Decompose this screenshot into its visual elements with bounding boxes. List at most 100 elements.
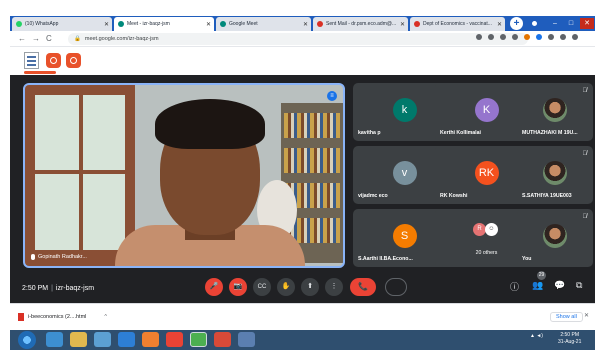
- folder-icon[interactable]: [70, 332, 87, 347]
- app-icon[interactable]: [238, 332, 255, 347]
- lock-icon: 🔒: [74, 36, 81, 42]
- show-all-button[interactable]: Show all: [550, 312, 583, 322]
- firefox-icon[interactable]: [142, 332, 159, 347]
- close-icon[interactable]: ✕: [584, 312, 589, 319]
- system-tray[interactable]: ▲ ◄): [530, 333, 543, 339]
- window-transom: [35, 170, 125, 174]
- app-icon[interactable]: [166, 332, 183, 347]
- ie-icon[interactable]: [46, 332, 63, 347]
- participant-name: S.SATHIYA 19UE003: [522, 193, 572, 199]
- browser-tab-strip: (10) WhatsApp ✕ Meet - izr-baqz-jsm ✕ Go…: [10, 16, 595, 31]
- participant-tile[interactable]: 🎙̸ MUTHAZHAKI M 19U...: [517, 83, 593, 141]
- chrome-icon[interactable]: [190, 332, 207, 347]
- maximize-button[interactable]: □: [564, 18, 578, 29]
- present-button[interactable]: ⬆: [301, 278, 319, 296]
- screen: (10) WhatsApp ✕ Meet - izr-baqz-jsm ✕ Go…: [0, 0, 605, 352]
- puzzle-icon[interactable]: [548, 34, 554, 40]
- raise-hand-button[interactable]: ✋: [277, 278, 295, 296]
- download-filename: i-beeconomics (2....html: [28, 314, 87, 320]
- meet-icon: [220, 21, 226, 27]
- shelf-books: [284, 113, 340, 138]
- close-tab-icon[interactable]: ✕: [497, 21, 502, 28]
- start-button[interactable]: [18, 331, 36, 349]
- mic-off-icon: 🎙̸: [582, 151, 588, 157]
- close-tab-icon[interactable]: ✕: [104, 21, 109, 28]
- forward-button[interactable]: →: [32, 34, 40, 43]
- main-speaker-video[interactable]: ≡ Gopinath Radhakr...: [23, 83, 345, 268]
- tab-meet-active[interactable]: Meet - izr-baqz-jsm ✕: [114, 17, 214, 31]
- meeting-details: 2:50 PM | izr-baqz-jsm: [22, 285, 95, 292]
- meeting-code: izr-baqz-jsm: [55, 285, 95, 292]
- close-tab-icon[interactable]: ✕: [206, 21, 211, 28]
- mic-off-icon: 🎙̸: [582, 214, 588, 220]
- camera-button[interactable]: 📷: [229, 278, 247, 296]
- reactions-button[interactable]: [385, 278, 407, 296]
- reload-button[interactable]: C: [46, 34, 52, 43]
- chat-icon[interactable]: 💬: [554, 280, 565, 291]
- new-tab-button[interactable]: +: [510, 17, 523, 30]
- window-controls: – □ ✕: [548, 18, 594, 29]
- avatar: K: [474, 98, 499, 122]
- app-icon[interactable]: [214, 332, 231, 347]
- record-app-icon[interactable]: [46, 53, 61, 68]
- current-time: 2:50 PM: [22, 285, 49, 292]
- shelf-books: [284, 148, 340, 173]
- info-icon[interactable]: ⓘ: [510, 280, 519, 293]
- app-icon[interactable]: [94, 332, 111, 347]
- file-icon: [18, 313, 24, 321]
- profile-icon[interactable]: [560, 34, 566, 40]
- back-button[interactable]: ←: [18, 34, 26, 43]
- speaker-hair: [155, 99, 265, 149]
- document-icon[interactable]: [24, 52, 39, 69]
- participant-name: Kerthi Kollimalai: [440, 130, 481, 136]
- participant-name: vijadmc eco: [358, 193, 388, 199]
- end-call-button[interactable]: 📞: [350, 278, 376, 296]
- extension-icon[interactable]: [500, 34, 506, 40]
- avatar-photo: ☺: [485, 223, 498, 236]
- tab-sent-mail[interactable]: Sent Mail - dr.psm.eco.adm@... ✕: [313, 17, 408, 31]
- avatar-photo: [543, 98, 567, 122]
- system-clock[interactable]: 2:50 PM 31-Aug-21: [558, 332, 581, 346]
- edge-icon[interactable]: [118, 332, 135, 347]
- close-tab-icon[interactable]: ✕: [400, 21, 405, 28]
- windows-taskbar: ▲ ◄) 2:50 PM 31-Aug-21: [10, 330, 595, 350]
- tab-google-meet[interactable]: Google Meet ✕: [216, 17, 311, 31]
- close-tab-icon[interactable]: ✕: [303, 21, 308, 28]
- participant-name: S.Aarthi II.BA.Econo...: [358, 256, 413, 262]
- more-options-button[interactable]: ⋮: [325, 278, 343, 296]
- download-item[interactable]: i-beeconomics (2....html ^: [18, 313, 107, 321]
- minimize-button[interactable]: –: [548, 18, 562, 29]
- close-window-button[interactable]: ✕: [580, 18, 594, 29]
- captions-button[interactable]: CC: [253, 278, 271, 296]
- gmail-icon: [317, 21, 323, 27]
- tab-dept-economics[interactable]: Dept of Economics - vaccinat... ✕: [410, 17, 505, 31]
- star-icon[interactable]: [488, 34, 494, 40]
- participant-name: kavitha p: [358, 130, 381, 136]
- extension-icon[interactable]: [524, 34, 530, 40]
- avatar: k: [392, 98, 417, 122]
- participant-name: RK Kowshi: [440, 193, 468, 199]
- address-bar[interactable]: 🔒 meet.google.com/izr-baqz-jsm: [68, 33, 528, 45]
- chevron-up-icon[interactable]: ^: [104, 314, 107, 320]
- participant-tile[interactable]: 🎙̸ S.SATHIYA 19UE003: [517, 146, 593, 204]
- mic-off-icon: 🎙̸: [582, 88, 588, 94]
- microphone-button[interactable]: 🎤: [205, 278, 223, 296]
- activities-icon[interactable]: ⧉: [576, 280, 582, 291]
- record-app-icon[interactable]: [66, 53, 81, 68]
- tab-whatsapp[interactable]: (10) WhatsApp ✕: [12, 17, 112, 31]
- extension-icon[interactable]: [512, 34, 518, 40]
- menu-icon[interactable]: [572, 34, 578, 40]
- avatar-photo: [543, 224, 567, 248]
- participant-name: You: [522, 256, 532, 262]
- profile-avatar[interactable]: [530, 19, 539, 28]
- zoom-icon[interactable]: [476, 34, 482, 40]
- url-text: meet.google.com/izr-baqz-jsm: [84, 36, 159, 42]
- speaker-name: Gopinath Radhakr...: [38, 254, 87, 260]
- audio-indicator-icon: ≡: [327, 91, 337, 101]
- self-tile[interactable]: 🎙̸ You: [517, 209, 593, 267]
- extension-icon[interactable]: [536, 34, 542, 40]
- participant-name: MUTHAZHAKI M 19U...: [522, 130, 578, 136]
- people-icon[interactable]: 👥: [532, 280, 543, 291]
- tab-label: Sent Mail - dr.psm.eco.adm@...: [326, 21, 397, 27]
- meet-call-area: ≡ Gopinath Radhakr... 🎙̸ k kavitha p 🎙̸ …: [10, 75, 595, 303]
